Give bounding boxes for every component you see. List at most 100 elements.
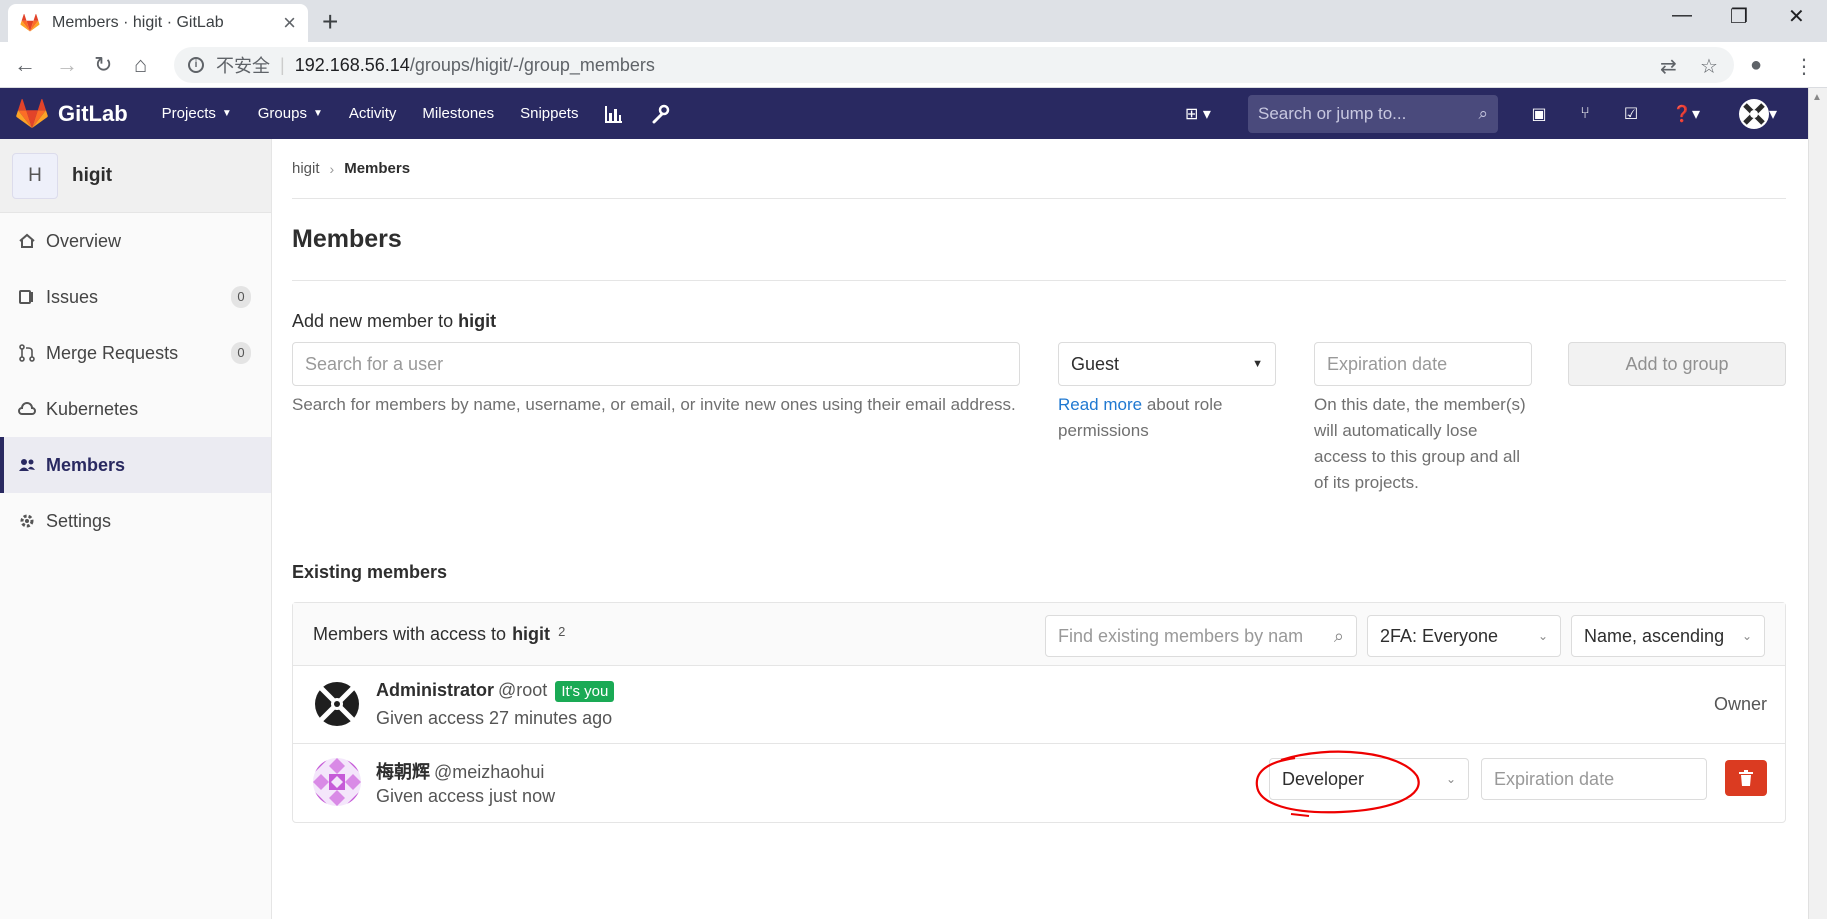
members-count: 2: [558, 623, 566, 639]
gitlab-header: GitLab Projects ▼ Groups ▼ Activity Milest…: [0, 88, 1808, 139]
chevron-right-icon: ›: [329, 160, 335, 177]
global-search-input[interactable]: Search or jump to... ⌕: [1248, 94, 1498, 133]
twofa-filter-dropdown[interactable]: 2FA: Everyone ⌄: [1367, 615, 1561, 657]
issues-icon[interactable]: ▣: [1528, 103, 1550, 125]
nav-groups[interactable]: Groups ▼: [258, 105, 323, 122]
member-role-select[interactable]: Developer ⌄: [1269, 758, 1469, 800]
user-search-placeholder: Search for a user: [305, 353, 444, 374]
page-scrollbar[interactable]: ▲: [1808, 88, 1827, 919]
nav-snippets[interactable]: Snippets: [520, 105, 578, 122]
member-name[interactable]: 梅朝辉: [376, 762, 430, 782]
omnibox-divider: |: [280, 54, 285, 75]
sidebar-item-overview[interactable]: Overview: [0, 213, 271, 269]
its-you-badge: It's you: [555, 681, 615, 702]
new-tab-icon[interactable]: +: [322, 6, 338, 38]
search-icon: ⌕: [1333, 625, 1344, 646]
insecure-label: 不安全: [216, 56, 270, 76]
header-right: ⊞ ▾ Search or jump to... ⌕ ▣ ⑂ ☑ ❓▾ ▾: [1166, 88, 1808, 139]
add-member-group: higit: [458, 311, 497, 331]
tab-close-icon[interactable]: ×: [283, 10, 296, 36]
chevron-down-icon: ⌄: [1537, 629, 1548, 643]
access-level-select[interactable]: Guest ▼: [1058, 342, 1276, 386]
group-avatar: H: [12, 152, 58, 199]
help-icon[interactable]: ❓▾: [1666, 103, 1706, 125]
user-search-input[interactable]: Search for a user: [292, 342, 1020, 386]
members-panel: Members with access to higit 2 Find exis…: [292, 602, 1786, 823]
translate-icon[interactable]: ⇄: [1660, 54, 1677, 79]
issues-icon: [19, 290, 33, 304]
sort-dropdown[interactable]: Name, ascending ⌄: [1571, 615, 1765, 657]
user-avatar-menu[interactable]: ▾: [1730, 98, 1786, 129]
chart-icon[interactable]: [604, 104, 624, 124]
filter-members-input[interactable]: Find existing members by nam ⌕: [1045, 615, 1357, 657]
member-name[interactable]: Administrator: [376, 680, 494, 700]
group-sidebar: H higit Overview Issues 0 Merge Requests…: [0, 139, 272, 919]
restore-icon[interactable]: ❐: [1730, 4, 1748, 29]
scroll-up-icon[interactable]: ▲: [1812, 92, 1824, 103]
access-level-value: Guest: [1071, 353, 1120, 374]
tab-title: Members · higit · GitLab: [52, 14, 224, 31]
sidebar-item-issues[interactable]: Issues 0: [0, 269, 271, 325]
add-button-column: Add to group: [1568, 342, 1786, 386]
sidebar-item-settings[interactable]: Settings: [0, 493, 271, 549]
gitlab-logo[interactable]: GitLab: [16, 98, 128, 129]
todo-icon[interactable]: ☑: [1620, 103, 1642, 125]
member-name-line: Administrator @root It's you: [376, 680, 615, 702]
add-member-prefix: Add new member to: [292, 311, 454, 331]
caret-down-icon: ▼: [1252, 358, 1263, 370]
member-username: @root: [498, 680, 548, 700]
search-icon: ⌕: [1478, 103, 1488, 123]
breadcrumb-group[interactable]: higit: [292, 160, 320, 177]
avatar[interactable]: [313, 680, 361, 728]
new-item-icon[interactable]: ⊞ ▾: [1178, 103, 1218, 125]
sidebar-item-label: Settings: [46, 510, 112, 531]
member-expiration-input[interactable]: Expiration date: [1481, 758, 1707, 800]
read-more-link[interactable]: Read more: [1058, 395, 1142, 414]
nav-groups-label: Groups: [257, 105, 307, 122]
sidebar-group-header[interactable]: H higit: [0, 139, 271, 213]
sidebar-item-merge-requests[interactable]: Merge Requests 0: [0, 325, 271, 381]
sidebar-item-kubernetes[interactable]: Kubernetes: [0, 381, 271, 437]
home-icon[interactable]: ⌂: [134, 52, 147, 78]
breadcrumb: higit › Members: [292, 139, 1786, 199]
page-title: Members: [292, 199, 1786, 281]
breadcrumb-current[interactable]: Members: [344, 160, 410, 177]
add-to-group-button[interactable]: Add to group: [1568, 342, 1786, 386]
merge-request-icon: [19, 344, 35, 362]
trash-icon: [1739, 770, 1753, 786]
logo-text: GitLab: [58, 100, 128, 126]
home-icon: [19, 233, 35, 248]
profile-icon[interactable]: ●: [1750, 54, 1762, 77]
browser-tab-bar: Members · higit · GitLab × + — ❐ ✕: [0, 0, 1827, 42]
member-role-value: Developer: [1282, 768, 1365, 789]
minimize-icon[interactable]: —: [1672, 4, 1692, 27]
browser-menu-icon[interactable]: ⋮: [1794, 54, 1814, 79]
nav-milestones[interactable]: Milestones: [422, 105, 494, 122]
member-role: Owner: [1713, 694, 1767, 714]
close-window-icon[interactable]: ✕: [1788, 4, 1805, 29]
member-row: 梅朝辉 @meizhaohui Given access just now Dev…: [293, 744, 1785, 822]
existing-members-label: Existing members: [292, 562, 448, 582]
member-name-line: 梅朝辉 @meizhaohui: [376, 758, 544, 784]
nav-projects[interactable]: Projects ▼: [162, 105, 232, 122]
nav-activity[interactable]: Activity: [349, 105, 397, 122]
merge-request-icon[interactable]: ⑂: [1574, 103, 1596, 125]
reload-icon[interactable]: ↻: [94, 52, 112, 78]
gitlab-tanuki-icon: [16, 98, 48, 128]
cloud-icon: [18, 402, 36, 415]
wrench-icon[interactable]: [650, 104, 670, 124]
bookmark-star-icon[interactable]: ☆: [1700, 54, 1718, 79]
avatar[interactable]: [313, 758, 361, 806]
browser-tab[interactable]: Members · higit · GitLab ×: [8, 4, 308, 42]
sidebar-item-label: Members: [46, 454, 126, 475]
forward-icon[interactable]: →: [56, 52, 78, 78]
sidebar-item-members[interactable]: Members: [0, 437, 271, 493]
remove-member-button[interactable]: [1725, 760, 1767, 796]
omnibox[interactable]: i 不安全 | 192.168.56.14/groups/higit/-/gro…: [174, 47, 1734, 83]
sidebar-item-label: Merge Requests: [46, 342, 179, 363]
info-icon[interactable]: i: [188, 57, 204, 73]
role-help: Read more about role permissions: [1058, 392, 1276, 444]
back-icon[interactable]: ←: [14, 52, 36, 78]
expiration-date-input[interactable]: Expiration date: [1314, 342, 1532, 386]
nav-projects-label: Projects: [161, 105, 216, 122]
